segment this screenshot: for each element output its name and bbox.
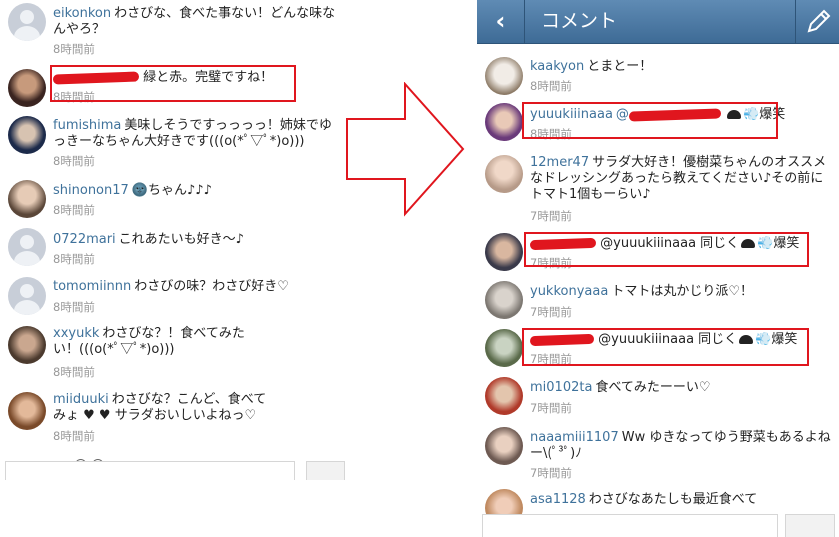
comment-input[interactable] — [5, 461, 295, 480]
screenshot-composite: eikonkon わさびな、食べた事ない！どんな味なんやろ？ 8時間前 緑と赤。完… — [0, 0, 839, 537]
comment-username[interactable]: mi0102ta — [530, 380, 592, 395]
comment-username[interactable]: shinonon17 — [53, 183, 129, 198]
send-button[interactable] — [785, 514, 835, 537]
back-button[interactable]: ‹ — [477, 0, 525, 44]
comment-row: xxyukk わさびな？！食べてみたい！(((o(*ﾟ▽ﾟ*)o))) 8時間前 — [0, 322, 345, 386]
comment-text: mi0102ta 食べてみたーーい♡ — [530, 380, 835, 396]
comment-text: kaakyon とまとー！ — [530, 59, 835, 75]
right-comment-screen: ‹ コメント kaakyon とまとー！ 8時間前 yuuukiiinaaa @ 💨… — [477, 0, 839, 537]
comment-text: miiduuki わさびな？こんど、食べてみょ ♥ ♥ サラダおいしいよねっ♡ — [53, 392, 278, 424]
page-title: コメント — [541, 10, 618, 32]
comment-time: 8時間前 — [53, 203, 95, 217]
comment-row: naaamiii1107 Ww ゆきなってゆう野菜もあるよねー\(ﾟ³ﾟ)ﾉ 7時… — [477, 423, 839, 485]
comment-text: shinonon17 🌚ちゃん♪♪♪ — [53, 183, 343, 199]
comment-body: これあたいも好き〜♪ — [118, 232, 244, 247]
comment-time: 8時間前 — [53, 42, 95, 56]
comment-time: 8時間前 — [53, 300, 95, 314]
comment-username[interactable]: naaamiii1107 — [530, 430, 619, 445]
comment-row: 0722mari これあたいも好き〜♪ 8時間前 — [0, 224, 345, 274]
comment-username[interactable]: 12mer47 — [530, 155, 589, 170]
comment-time: 7時間前 — [530, 466, 572, 480]
comment-username[interactable]: fumishima — [53, 118, 121, 133]
comment-row: mi0102ta 食べてみたーーい♡ 7時間前 — [477, 373, 839, 423]
comment-username[interactable]: asa1128 — [530, 492, 586, 507]
comment-time: 8時間前 — [53, 365, 95, 379]
comment-text: naaamiii1107 Ww ゆきなってゆう野菜もあるよねー\(ﾟ³ﾟ)ﾉ — [530, 430, 835, 462]
left-comment-list: eikonkon わさびな、食べた事ない！どんな味なんやろ？ 8時間前 緑と赤。完… — [0, 0, 345, 480]
comment-text: fumishima 美味しそうですっっっっ！姉妹でゆっきーなちゃん大好きです(((… — [53, 118, 343, 150]
chevron-left-icon: ‹ — [495, 7, 506, 35]
avatar[interactable] — [8, 180, 46, 218]
comment-text: yukkonyaaa トマトは丸かじり派♡！ — [530, 284, 835, 300]
comment-username[interactable]: miiduuki — [53, 392, 109, 407]
comment-input-bar — [477, 508, 839, 537]
comment-body: トマトは丸かじり派♡！ — [611, 284, 753, 299]
comment-username[interactable]: yukkonyaaa — [530, 284, 608, 299]
comment-body: わさびの味？わさび好き♡ — [134, 279, 289, 294]
avatar[interactable] — [485, 281, 523, 319]
avatar[interactable] — [8, 69, 46, 107]
comment-input-bar: — — 〇 〇 · ·· · · · · · · · · · · — [0, 455, 345, 480]
comment-row: eikonkon わさびな、食べた事ない！どんな味なんやろ？ 8時間前 — [0, 0, 345, 58]
comment-text: asa1128 わさびなあたしも最近食べて — [530, 492, 835, 508]
comment-body: とまとー！ — [587, 59, 653, 74]
edit-button[interactable] — [795, 0, 839, 44]
comment-time: 8時間前 — [53, 154, 95, 168]
avatar[interactable] — [485, 427, 523, 465]
avatar[interactable] — [485, 329, 523, 367]
top-bar: ‹ コメント — [477, 0, 839, 44]
right-arrow-icon — [346, 82, 465, 217]
avatar[interactable] — [485, 103, 523, 141]
comment-row: 緑と赤。完璧ですね！ 8時間前 — [0, 58, 345, 112]
comment-text: eikonkon わさびな、食べた事ない！どんな味なんやろ？ — [53, 6, 343, 38]
avatar[interactable] — [485, 57, 523, 95]
highlight-box — [522, 328, 809, 366]
highlight-box — [522, 102, 778, 139]
comment-username[interactable]: tomomiinnn — [53, 279, 131, 294]
comment-username[interactable]: xxyukk — [53, 326, 99, 341]
avatar[interactable] — [485, 155, 523, 193]
comment-row: yukkonyaaa トマトは丸かじり派♡！ 7時間前 — [477, 277, 839, 323]
comment-row: shinonon17 🌚ちゃん♪♪♪ 8時間前 — [0, 174, 345, 224]
comment-time: 7時間前 — [530, 305, 572, 319]
highlight-box — [524, 232, 809, 267]
comment-username[interactable]: kaakyon — [530, 59, 584, 74]
comment-row: @yuuukiiinaaa 同じく 💨爆笑 7時間前 — [477, 225, 839, 277]
comment-row: miiduuki わさびな？こんど、食べてみょ ♥ ♥ サラダおいしいよねっ♡ 8… — [0, 386, 345, 454]
comment-username[interactable]: 0722mari — [53, 232, 116, 247]
comment-time: 8時間前 — [53, 252, 95, 266]
comment-text: tomomiinnn わさびの味？わさび好き♡ — [53, 279, 343, 295]
pencil-icon — [807, 9, 831, 33]
default-avatar[interactable] — [8, 3, 46, 41]
comment-body: わさびなあたしも最近食べて — [588, 492, 758, 507]
highlight-box — [50, 65, 296, 102]
comment-body: 🌚ちゃん♪♪♪ — [131, 183, 212, 198]
avatar[interactable] — [8, 116, 46, 154]
comment-row: asa1128 わさびなあたしも最近食べて — [477, 485, 839, 527]
comment-body: 食べてみたーーい♡ — [595, 380, 711, 395]
default-avatar[interactable] — [8, 277, 46, 315]
comment-time: 7時間前 — [530, 401, 572, 415]
comment-text: 12mer47 サラダ大好き！優樹菜ちゃんのオススメなドレッシングあったら教えてく… — [530, 155, 835, 203]
comment-row: tomomiinnn わさびの味？わさび好き♡ 8時間前 — [0, 274, 345, 322]
avatar[interactable] — [485, 377, 523, 415]
avatar[interactable] — [8, 392, 46, 430]
comment-row: @yuuukiiinaaa 同じく 💨爆笑 7時間前 — [477, 323, 839, 373]
comment-time: 8時間前 — [53, 429, 95, 443]
send-button[interactable] — [306, 461, 345, 480]
avatar[interactable] — [485, 233, 523, 271]
comment-row: yuuukiiinaaa @ 💨爆笑 8時間前 — [477, 99, 839, 149]
comment-time: 8時間前 — [530, 79, 572, 93]
comment-text: xxyukk わさびな？！食べてみたい！(((o(*ﾟ▽ﾟ*)o))) — [53, 326, 253, 358]
comment-text: 0722mari これあたいも好き〜♪ — [53, 232, 343, 248]
comment-row: kaakyon とまとー！ 8時間前 — [477, 53, 839, 99]
comment-time: 7時間前 — [530, 209, 572, 223]
comment-username[interactable]: eikonkon — [53, 6, 111, 21]
comment-input[interactable] — [482, 514, 778, 537]
comment-row: 12mer47 サラダ大好き！優樹菜ちゃんのオススメなドレッシングあったら教えてく… — [477, 149, 839, 225]
avatar[interactable] — [8, 326, 46, 364]
comment-row: fumishima 美味しそうですっっっっ！姉妹でゆっきーなちゃん大好きです(((… — [0, 112, 345, 174]
default-avatar[interactable] — [8, 228, 46, 266]
